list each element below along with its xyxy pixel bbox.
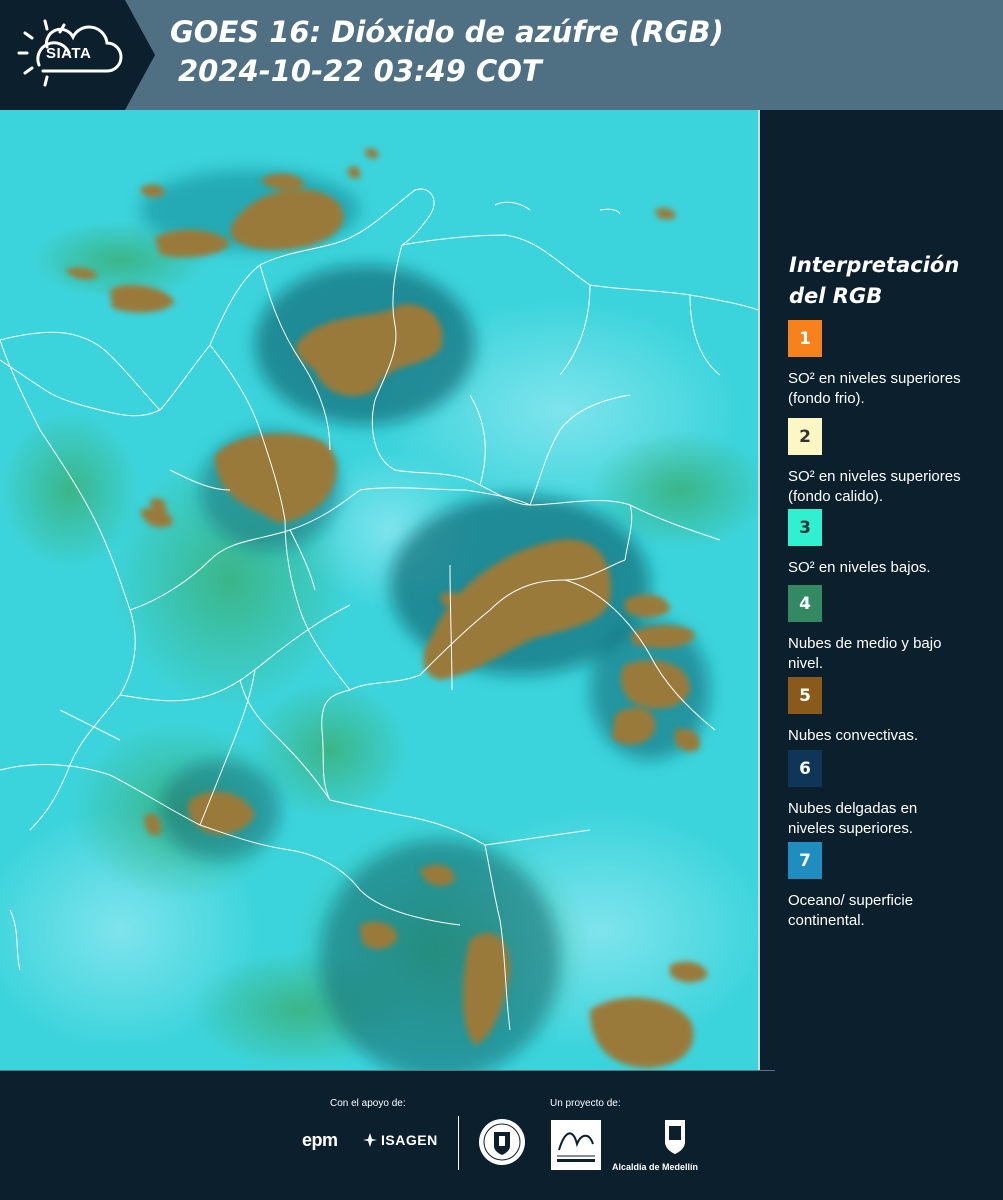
legend-item: 4 Nubes de medio y bajo nivel. [788,585,993,674]
logo-text: SIATA [46,45,92,62]
legend-swatch: 6 [788,750,822,787]
legend-swatch: 1 [788,320,822,357]
legend-item: 5 Nubes convectivas. [788,677,993,746]
legend-label: Nubes delgadas en niveles superiores. [788,800,918,837]
legend-panel: Interpretación del RGB 1 SO² en niveles … [760,110,1003,1070]
footer-divider [458,1116,459,1170]
legend-swatch: 2 [788,418,822,455]
legend-label: SO² en niveles superiores (fondo frio). [788,370,961,407]
legend-label: Nubes convectivas. [788,727,919,744]
map-title: GOES 16: Dióxido de azúfre (RGB) [170,15,724,49]
legend-item: 6 Nubes delgadas en niveles superiores. [788,750,993,839]
support-label: Con el apoyo de: [330,1098,406,1109]
isagen-logo[interactable]: ISAGEN [362,1132,438,1148]
legend-swatch: 7 [788,842,822,879]
legend-label: Oceano/ superficie continental. [788,892,914,929]
medellin-seal-icon[interactable] [478,1118,526,1166]
isagen-text: ISAGEN [381,1132,438,1148]
alcaldia-text: Alcaldía de Medellín [611,1162,699,1172]
header-bar: SIATA GOES 16: Dióxido de azúfre (RGB) 2… [0,0,1003,110]
legend-item: 7 Oceano/ superficie continental. [788,842,993,931]
legend-item: 2 SO² en niveles superiores (fondo calid… [788,418,993,509]
isagen-mark-icon [363,1133,377,1147]
legend-title-line1: Interpretación [789,253,960,277]
legend-swatch: 5 [788,677,822,714]
legend-item: 3 SO² en niveles bajos. [788,509,993,578]
legend-swatch: 3 [788,509,822,546]
satellite-map[interactable] [0,110,758,1070]
footer: Con el apoyo de: Un proyecto de: epm ISA… [0,1070,1003,1200]
legend-item: 1 SO² en niveles superiores (fondo frio)… [788,320,993,409]
siata-logo[interactable]: SIATA [0,0,155,110]
epm-logo[interactable]: epm [302,1130,338,1151]
legend-swatch: 4 [788,585,822,622]
legend-title: Interpretación del RGB [789,250,989,312]
legend-label: SO² en niveles superiores (fondo calido)… [788,468,961,505]
area-metropolitana-logo[interactable] [551,1120,601,1170]
legend-title-line2: del RGB [789,284,883,308]
area-logo-icon [551,1120,601,1170]
map-timestamp: 2024-10-22 03:49 COT [178,54,542,88]
footer-separator [0,1070,775,1071]
legend-label: Nubes de medio y bajo nivel. [788,635,942,672]
alcaldia-shield-icon[interactable] [640,1118,710,1158]
project-label: Un proyecto de: [550,1098,621,1109]
legend-label: SO² en niveles bajos. [788,559,931,576]
